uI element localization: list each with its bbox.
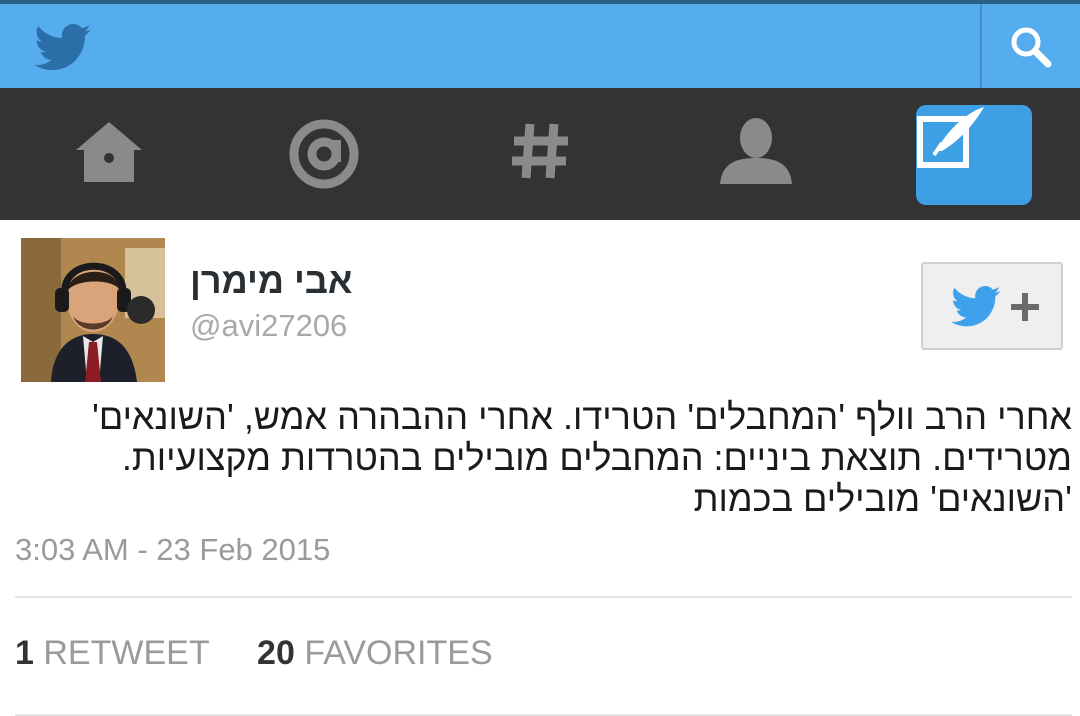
home-icon (76, 122, 142, 182)
tweet-text-line: אחרי הרב וולף 'המחבלים' הטרידו. אחרי ההב… (92, 396, 1072, 437)
avatar[interactable] (21, 238, 165, 382)
twitter-bird-icon[interactable] (34, 24, 92, 72)
follow-button[interactable] (921, 262, 1063, 350)
search-button[interactable] (982, 4, 1080, 88)
compose-tweet-icon (917, 107, 984, 168)
retweets-count: 1 (15, 634, 34, 672)
tweet-stats: 1 RETWEET 20 FAVORITES (15, 634, 531, 673)
tweet-text: אחרי הרב וולף 'המחבלים' הטרידו. אחרי ההב… (14, 396, 1072, 519)
compose-tweet-button[interactable] (916, 105, 1032, 205)
tweet-text-line: מטרידים. תוצאת ביניים: המחבלים מובילים ב… (121, 437, 1072, 478)
tab-navigation-bar (0, 88, 1080, 220)
follow-bird-plus-icon (951, 286, 1039, 327)
tab-me[interactable] (648, 88, 864, 220)
search-icon (1011, 27, 1052, 68)
hashtag-discover-icon (512, 123, 568, 179)
profile-person-icon (720, 118, 792, 184)
favorites-count: 20 (257, 634, 295, 672)
author-handle[interactable]: @avi27206 (190, 308, 347, 344)
tab-connect[interactable] (216, 88, 432, 220)
tab-home[interactable] (0, 88, 216, 220)
top-app-bar (0, 0, 1080, 88)
tweet-text-line: 'השונאים' מובילים בכמות (693, 478, 1072, 519)
tweet-detail: אבי מימרן @avi27206 אחרי הרב וולף 'המחבל… (0, 220, 1080, 716)
tab-discover[interactable] (432, 88, 648, 220)
divider (15, 596, 1072, 598)
favorites-stat[interactable]: 20 FAVORITES (257, 634, 493, 672)
tweet-timestamp: 3:03 AM - 23 Feb 2015 (15, 532, 331, 567)
favorites-label: FAVORITES (304, 634, 493, 672)
mentions-at-icon (289, 119, 359, 189)
retweets-label: RETWEET (43, 634, 210, 672)
retweets-stat[interactable]: 1 RETWEET (15, 634, 210, 672)
author-display-name[interactable]: אבי מימרן (190, 260, 590, 302)
